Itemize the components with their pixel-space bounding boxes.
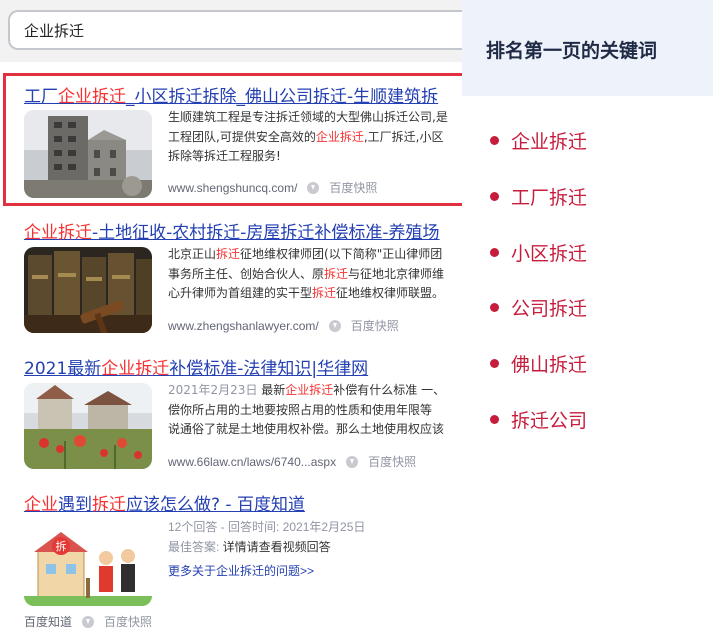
abstract-line: 心升律师为首组建的实干型拆迁征地维权律师联盟。: [168, 284, 462, 304]
result-abstract: 北京正山拆迁征地维权律师团(以下简称"正山律师团 事务所主任、创始合伙人、原拆迁…: [168, 245, 462, 304]
answer-meta: 12个回答 - 回答时间: 2021年2月25日: [168, 518, 365, 535]
result-abstract: 2021年2月23日 最新企业拆迁补偿有什么标准 一、 偿你所占用的土地要按照占…: [168, 381, 462, 440]
abstract-text: 北京正山: [168, 247, 217, 261]
abstract-highlight: 企业拆迁: [285, 383, 334, 397]
abstract-text: 事务所主任、创始合伙人、原: [168, 266, 325, 281]
title-highlight: 企业: [24, 495, 58, 515]
abstract-line: 2021年2月23日 最新企业拆迁补偿有什么标准 一、: [168, 381, 462, 401]
keyword-item: 拆迁公司: [490, 406, 587, 433]
abstract-line: 偿你所占用的土地要按照占用的性质和使用年限等: [168, 401, 462, 421]
keyword-label: 企业拆迁: [511, 131, 588, 153]
search-bar-area: [0, 0, 478, 62]
bullet-dot-icon: [490, 359, 499, 368]
title-highlight: 拆迁: [92, 495, 126, 515]
panel-title: 排名第一页的关键词: [486, 40, 658, 62]
abstract-highlight: 拆迁: [216, 247, 241, 261]
result-item: 企业拆迁-土地征收-农村拆迁-房屋拆迁补偿标准-养殖场 北京正山拆迁征地维权律师…: [0, 207, 462, 342]
abstract-line: 说通俗了就是土地使用权补偿。那么土地使用权应该: [168, 420, 462, 440]
result-url[interactable]: www.zhengshanlawyer.com/: [168, 319, 319, 333]
panel-header: 排名第一页的关键词: [462, 0, 713, 96]
result-source-line: www.zhengshanlawyer.com/ 百度快照: [168, 317, 399, 334]
law-books-gavel-image: [24, 247, 152, 333]
abstract-text: 心升律师为首组建的实干型: [168, 286, 313, 300]
keyword-item: 工厂拆迁: [490, 183, 587, 210]
abstract-text: 偿你所占用的土地要按照占用的性质和使用年限等: [168, 402, 433, 417]
best-answer-text: 详情请查看视频回答: [219, 540, 331, 554]
bullet-dot-icon: [490, 415, 499, 424]
keyword-item: 企业拆迁: [490, 127, 587, 154]
answer-count-time: 12个回答 - 回答时间: 2021年2月25日: [168, 520, 366, 534]
search-input[interactable]: [24, 19, 464, 41]
bullet-dot-icon: [490, 248, 499, 257]
bullet-dot-icon: [490, 136, 499, 145]
abstract-text: 征地维权律师联盟。: [336, 286, 445, 300]
result-item: 工厂企业拆迁_小区拆迁拆除_佛山公司拆迁-生顺建筑拆 生顺建筑工程是专注拆迁领域…: [0, 62, 462, 207]
village-flowers-image: [24, 383, 152, 469]
abstract-highlight: 拆迁: [324, 266, 349, 281]
title-part: 2021最新: [24, 359, 102, 379]
abstract-text: 补偿有什么标准 一、: [333, 383, 446, 397]
more-questions-link[interactable]: 更多关于企业拆迁的问题>>: [168, 562, 314, 579]
keyword-item: 公司拆迁: [490, 294, 587, 321]
results-list: 工厂企业拆迁_小区拆迁拆除_佛山公司拆迁-生顺建筑拆 生顺建筑工程是专注拆迁领域…: [0, 62, 462, 637]
snapshot-link[interactable]: 百度快照: [104, 613, 152, 630]
search-box[interactable]: [8, 10, 478, 50]
snapshot-link[interactable]: 百度快照: [368, 453, 416, 470]
svg-text:拆: 拆: [56, 539, 67, 553]
snapshot-icon: [328, 319, 341, 332]
abstract-text: 最新: [257, 383, 286, 397]
result-item: 2021最新企业拆迁补偿标准-法律知识|华律网 2021年2月23日 最新企业拆…: [0, 342, 462, 477]
abstract-line: 事务所主任、创始合伙人、原拆迁与征地北京律师维: [168, 265, 462, 285]
bullet-dot-icon: [490, 303, 499, 312]
title-highlight: 企业拆迁: [101, 359, 170, 379]
result-source[interactable]: 百度知道: [24, 613, 72, 630]
result-thumbnail[interactable]: [24, 247, 152, 333]
abstract-highlight: 拆迁: [312, 286, 337, 300]
result-date: 2021年2月23日: [168, 383, 258, 397]
keyword-label: 公司拆迁: [511, 298, 588, 320]
result-item: 企业遇到拆迁应该怎么做? - 百度知道 拆 12个回答 - 回答时间: 2021…: [0, 477, 462, 637]
snapshot-icon: [82, 615, 95, 628]
abstract-line: 北京正山拆迁征地维权律师团(以下简称"正山律师团: [168, 245, 462, 265]
result-title-link[interactable]: 2021最新企业拆迁补偿标准-法律知识|华律网: [24, 354, 368, 379]
abstract-text: 与征地北京律师维: [348, 266, 445, 281]
keyword-label: 小区拆迁: [511, 243, 588, 265]
keyword-item: 佛山拆迁: [490, 350, 587, 377]
abstract-text: 征地维权律师团(以下简称"正山律师团: [240, 247, 443, 261]
snapshot-icon: [346, 455, 359, 468]
title-highlight: 企业拆迁: [24, 223, 92, 243]
result-title-link[interactable]: 企业遇到拆迁应该怎么做? - 百度知道: [24, 490, 305, 515]
highlight-frame: [3, 73, 462, 206]
best-answer-label: 最佳答案:: [168, 540, 220, 554]
bullet-dot-icon: [490, 192, 499, 201]
keyword-label: 佛山拆迁: [511, 354, 588, 376]
result-thumbnail[interactable]: 拆: [24, 520, 152, 606]
title-part: -土地征收-农村拆迁-房屋拆迁补偿标准-养殖场: [92, 223, 440, 243]
result-source-line: www.66law.cn/laws/6740...aspx 百度快照: [168, 453, 416, 470]
title-part: 补偿标准-法律知识|华律网: [169, 359, 369, 379]
snapshot-link[interactable]: 百度快照: [351, 317, 399, 334]
result-thumbnail[interactable]: [24, 383, 152, 469]
result-url[interactable]: www.66law.cn/laws/6740...aspx: [168, 455, 336, 469]
result-title-link[interactable]: 企业拆迁-土地征收-农村拆迁-房屋拆迁补偿标准-养殖场: [24, 218, 440, 243]
keyword-panel: 排名第一页的关键词 企业拆迁 工厂拆迁 小区拆迁 公司拆迁 佛山拆迁 拆迁公司: [462, 0, 713, 637]
result-source-line: 百度知道 百度快照: [24, 613, 152, 630]
abstract-text: 说通俗了就是土地使用权补偿。那么土地使用权应该: [168, 422, 445, 436]
title-part: 遇到: [58, 495, 92, 515]
keyword-label: 拆迁公司: [511, 410, 588, 432]
keyword-item: 小区拆迁: [490, 239, 587, 266]
demolition-cartoon-image: 拆: [24, 520, 152, 606]
best-answer: 最佳答案: 详情请查看视频回答: [168, 538, 331, 555]
keyword-label: 工厂拆迁: [511, 187, 588, 209]
title-part: 应该怎么做? - 百度知道: [126, 495, 305, 515]
